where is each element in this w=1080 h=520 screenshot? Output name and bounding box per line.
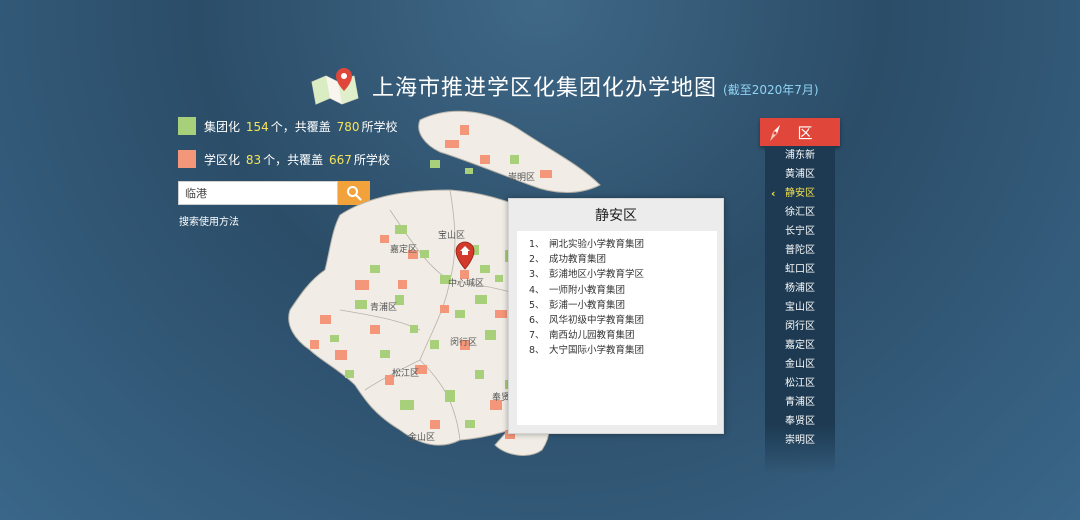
- district-item[interactable]: 嘉定区: [765, 336, 835, 355]
- legend-swatch-group: [178, 117, 196, 135]
- district-item[interactable]: 黄浦区: [765, 165, 835, 184]
- district-item[interactable]: 宝山区: [765, 298, 835, 317]
- list-item[interactable]: 2、 成功教育集团: [529, 252, 717, 267]
- district-item[interactable]: 长宁区: [765, 222, 835, 241]
- page-title: 上海市推进学区化集团化办学地图: [372, 76, 718, 101]
- district-item[interactable]: 普陀区: [765, 241, 835, 260]
- map-label-jiading: 嘉定区: [390, 243, 417, 255]
- district-list: 浦东新 黄浦区 ‹ 静安区 徐汇区 长宁区 普陀区 虹口区 杨浦区 宝山区 闵行…: [765, 146, 835, 474]
- district-item[interactable]: 徐汇区: [765, 203, 835, 222]
- map-label-minhang: 闵行区: [450, 336, 477, 348]
- district-item[interactable]: 松江区: [765, 374, 835, 393]
- list-item[interactable]: 5、 彭浦一小教育集团: [529, 298, 717, 313]
- map-label-baoshan: 宝山区: [438, 229, 465, 241]
- map-label-central: 中心城区: [448, 277, 484, 289]
- district-info-panel: 静安区 1、 闸北实验小学教育集团 2、 成功教育集团 3、 彭浦地区小学教育学区 4…: [508, 198, 724, 434]
- district-item[interactable]: 闵行区: [765, 317, 835, 336]
- list-item[interactable]: 4、 一师附小教育集团: [529, 283, 717, 298]
- district-item[interactable]: 青浦区: [765, 393, 835, 412]
- district-item[interactable]: 奉贤区: [765, 412, 835, 431]
- map-label-jinshan: 金山区: [408, 431, 435, 443]
- map-label-qingpu: 青浦区: [370, 301, 397, 313]
- list-item[interactable]: 3、 彭浦地区小学教育学区: [529, 267, 717, 282]
- district-item[interactable]: 金山区: [765, 355, 835, 374]
- map-label-chongming: 崇明区: [508, 172, 535, 183]
- list-item[interactable]: 1、 闸北实验小学教育集团: [529, 237, 717, 252]
- district-item[interactable]: 杨浦区: [765, 279, 835, 298]
- district-item-selected[interactable]: ‹ 静安区: [765, 184, 835, 203]
- panel-title: 静安区: [595, 208, 637, 224]
- list-item[interactable]: 8、 大宁国际小学教育集团: [529, 343, 717, 358]
- list-item[interactable]: 6、 风华初级中学教育集团: [529, 313, 717, 328]
- compass-icon: [765, 123, 785, 143]
- page-subtitle: (截至2020年7月): [723, 82, 819, 97]
- chevron-left-icon: ‹: [771, 187, 776, 200]
- legend-swatch-district: [178, 150, 196, 168]
- district-item[interactable]: 浦东新: [765, 146, 835, 165]
- list-item[interactable]: 7、 南西幼儿园教育集团: [529, 328, 717, 343]
- panel-list: 1、 闸北实验小学教育集团 2、 成功教育集团 3、 彭浦地区小学教育学区 4、 一师附…: [517, 231, 717, 425]
- district-item[interactable]: 虹口区: [765, 260, 835, 279]
- district-item[interactable]: 崇明区: [765, 431, 835, 450]
- page: 上海市推进学区化集团化办学地图 (截至2020年7月) 集团化 154 个，共覆盖…: [0, 0, 1080, 520]
- district-header-label: 区: [797, 123, 813, 142]
- search-help-link[interactable]: 搜索使用方法: [179, 213, 239, 228]
- map-label-songjiang: 松江区: [392, 367, 419, 379]
